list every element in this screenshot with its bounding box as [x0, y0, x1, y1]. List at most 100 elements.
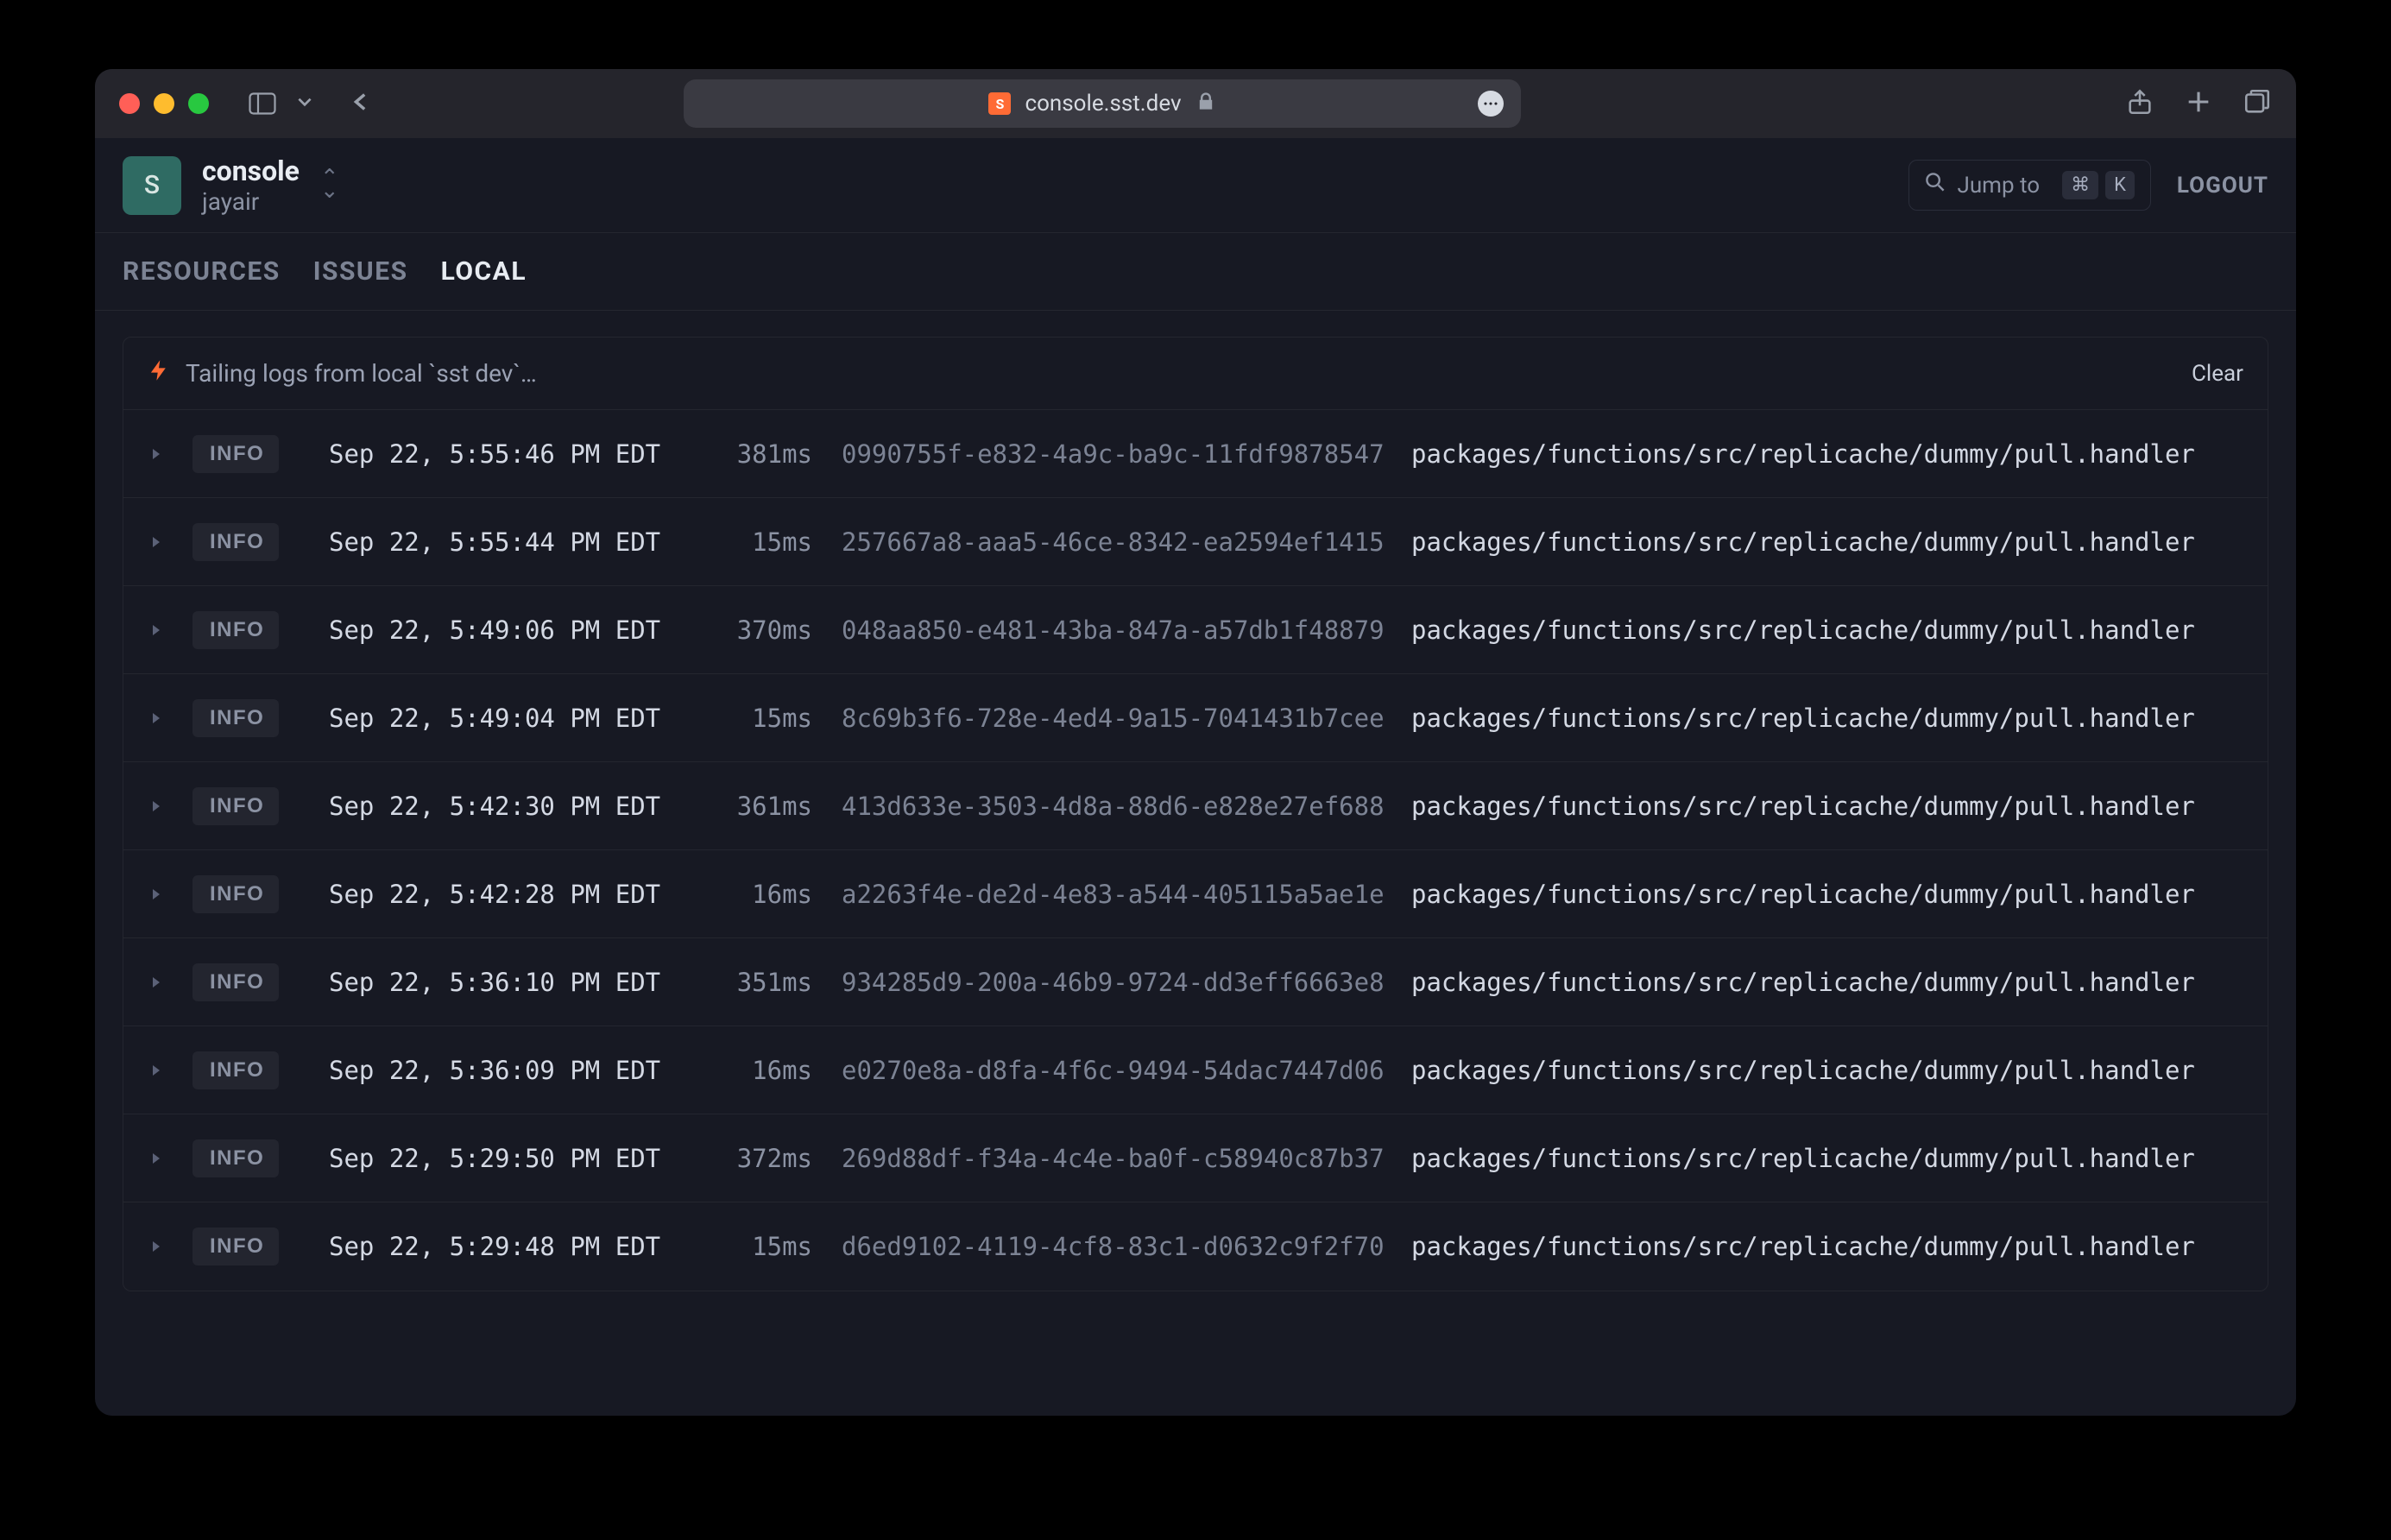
log-timestamp: Sep 22, 5:29:48 PM EDT	[329, 1232, 700, 1261]
caret-right-icon[interactable]	[148, 615, 177, 645]
log-status-text: Tailing logs from local `sst dev`…	[186, 359, 537, 388]
caret-right-icon[interactable]	[148, 704, 177, 733]
log-panel: Tailing logs from local `sst dev`… Clear…	[123, 337, 2268, 1291]
log-handler-path: packages/functions/src/replicache/dummy/…	[1411, 1144, 2243, 1173]
tab-issues[interactable]: ISSUES	[313, 256, 408, 287]
back-button[interactable]	[349, 90, 373, 117]
caret-right-icon[interactable]	[148, 1144, 177, 1173]
browser-chrome: S console.sst.dev ···	[95, 69, 2296, 138]
address-bar[interactable]: S console.sst.dev ···	[684, 79, 1521, 128]
log-request-id: e0270e8a-d8fa-4f6c-9494-54dac7447d06	[842, 1056, 1411, 1085]
log-request-id: 0990755f-e832-4a9c-ba9c-11fdf9878547	[842, 439, 1411, 469]
log-request-id: d6ed9102-4119-4cf8-83c1-d0632c9f2f70	[842, 1232, 1411, 1261]
log-request-id: a2263f4e-de2d-4e83-a544-405115a5ae1e	[842, 880, 1411, 909]
new-tab-button[interactable]	[2184, 87, 2213, 120]
log-handler-path: packages/functions/src/replicache/dummy/…	[1411, 704, 2243, 733]
log-timestamp: Sep 22, 5:49:06 PM EDT	[329, 615, 700, 645]
log-row[interactable]: INFO Sep 22, 5:55:46 PM EDT 381ms 099075…	[123, 410, 2268, 498]
site-favicon-icon: S	[988, 92, 1011, 115]
log-duration: 15ms	[700, 1232, 812, 1261]
log-handler-path: packages/functions/src/replicache/dummy/…	[1411, 1056, 2243, 1085]
tab-group-dropdown-icon[interactable]	[295, 92, 314, 115]
log-duration: 351ms	[700, 968, 812, 997]
traffic-lights	[119, 93, 209, 114]
log-level-badge: INFO	[192, 1139, 279, 1177]
caret-right-icon[interactable]	[148, 880, 177, 909]
chevron-up-down-icon: ⌃⌄	[320, 172, 339, 199]
maximize-window-button[interactable]	[188, 93, 209, 114]
kbd-cmd: ⌘	[2062, 171, 2098, 199]
log-duration: 381ms	[700, 439, 812, 469]
log-row[interactable]: INFO Sep 22, 5:42:28 PM EDT 16ms a2263f4…	[123, 850, 2268, 938]
browser-window: S console.sst.dev ··· S console jayair	[95, 69, 2296, 1416]
log-handler-path: packages/functions/src/replicache/dummy/…	[1411, 792, 2243, 821]
log-row[interactable]: INFO Sep 22, 5:29:48 PM EDT 15ms d6ed910…	[123, 1202, 2268, 1291]
log-level-badge: INFO	[192, 699, 279, 737]
caret-right-icon[interactable]	[148, 1232, 177, 1261]
log-row[interactable]: INFO Sep 22, 5:36:09 PM EDT 16ms e0270e8…	[123, 1026, 2268, 1114]
caret-right-icon[interactable]	[148, 792, 177, 821]
lock-icon	[1196, 91, 1216, 117]
log-request-id: 413d633e-3503-4d8a-88d6-e828e27ef688	[842, 792, 1411, 821]
caret-right-icon[interactable]	[148, 1056, 177, 1085]
log-request-id: 269d88df-f34a-4c4e-ba0f-c58940c87b37	[842, 1144, 1411, 1173]
sidebar-toggle-icon[interactable]	[247, 92, 278, 116]
tab-local[interactable]: LOCAL	[441, 256, 527, 287]
log-request-id: 8c69b3f6-728e-4ed4-9a15-7041431b7cee	[842, 704, 1411, 733]
log-request-id: 934285d9-200a-46b9-9724-dd3eff6663e8	[842, 968, 1411, 997]
log-timestamp: Sep 22, 5:55:46 PM EDT	[329, 439, 700, 469]
caret-right-icon[interactable]	[148, 527, 177, 557]
log-row[interactable]: INFO Sep 22, 5:55:44 PM EDT 15ms 257667a…	[123, 498, 2268, 586]
log-duration: 370ms	[700, 615, 812, 645]
caret-right-icon[interactable]	[148, 439, 177, 469]
reader-mode-icon[interactable]: ···	[1478, 91, 1504, 117]
log-level-badge: INFO	[192, 523, 279, 561]
log-level-badge: INFO	[192, 435, 279, 473]
minimize-window-button[interactable]	[154, 93, 174, 114]
org-avatar[interactable]: S	[123, 156, 181, 215]
bolt-icon	[148, 359, 170, 388]
log-level-badge: INFO	[192, 875, 279, 913]
log-row[interactable]: INFO Sep 22, 5:49:04 PM EDT 15ms 8c69b3f…	[123, 674, 2268, 762]
logout-link[interactable]: LOGOUT	[2177, 173, 2268, 199]
log-handler-path: packages/functions/src/replicache/dummy/…	[1411, 439, 2243, 469]
log-duration: 16ms	[700, 1056, 812, 1085]
log-level-badge: INFO	[192, 611, 279, 649]
log-duration: 361ms	[700, 792, 812, 821]
log-duration: 15ms	[700, 704, 812, 733]
app-header: S console jayair ⌃⌄ Jump to ⌘ K LOGOUT	[95, 138, 2296, 233]
jump-to-label: Jump to	[1958, 173, 2041, 199]
log-row[interactable]: INFO Sep 22, 5:29:50 PM EDT 372ms 269d88…	[123, 1114, 2268, 1202]
log-handler-path: packages/functions/src/replicache/dummy/…	[1411, 527, 2243, 557]
log-row[interactable]: INFO Sep 22, 5:36:10 PM EDT 351ms 934285…	[123, 938, 2268, 1026]
log-level-badge: INFO	[192, 787, 279, 825]
log-level-badge: INFO	[192, 1228, 279, 1265]
log-row[interactable]: INFO Sep 22, 5:42:30 PM EDT 361ms 413d63…	[123, 762, 2268, 850]
jump-to-search[interactable]: Jump to ⌘ K	[1908, 160, 2151, 211]
clear-logs-button[interactable]: Clear	[2192, 361, 2243, 387]
log-handler-path: packages/functions/src/replicache/dummy/…	[1411, 880, 2243, 909]
log-timestamp: Sep 22, 5:49:04 PM EDT	[329, 704, 700, 733]
log-timestamp: Sep 22, 5:36:09 PM EDT	[329, 1056, 700, 1085]
log-handler-path: packages/functions/src/replicache/dummy/…	[1411, 615, 2243, 645]
address-bar-host: console.sst.dev	[1025, 91, 1181, 117]
tabs-bar: RESOURCES ISSUES LOCAL	[95, 233, 2296, 311]
log-duration: 16ms	[700, 880, 812, 909]
tab-resources[interactable]: RESOURCES	[123, 256, 281, 287]
log-handler-path: packages/functions/src/replicache/dummy/…	[1411, 968, 2243, 997]
log-timestamp: Sep 22, 5:42:30 PM EDT	[329, 792, 700, 821]
log-panel-header: Tailing logs from local `sst dev`… Clear	[123, 338, 2268, 410]
search-icon	[1925, 172, 1946, 199]
log-level-badge: INFO	[192, 1051, 279, 1089]
log-row[interactable]: INFO Sep 22, 5:49:06 PM EDT 370ms 048aa8…	[123, 586, 2268, 674]
log-request-id: 048aa850-e481-43ba-847a-a57db1f48879	[842, 615, 1411, 645]
kbd-k: K	[2105, 171, 2135, 199]
share-button[interactable]	[2125, 87, 2154, 120]
workspace-switcher[interactable]: console jayair ⌃⌄	[202, 155, 339, 217]
log-timestamp: Sep 22, 5:29:50 PM EDT	[329, 1144, 700, 1173]
caret-right-icon[interactable]	[148, 968, 177, 997]
log-timestamp: Sep 22, 5:42:28 PM EDT	[329, 880, 700, 909]
tab-overview-button[interactable]	[2243, 87, 2272, 120]
close-window-button[interactable]	[119, 93, 140, 114]
log-duration: 15ms	[700, 527, 812, 557]
